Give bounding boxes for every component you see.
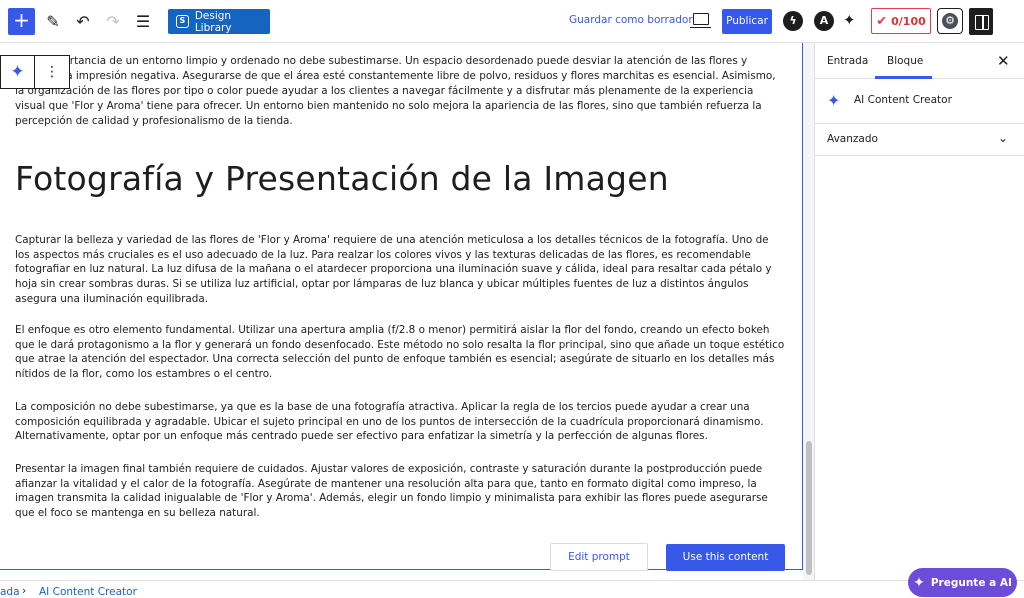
add-block-button[interactable]: + [8,8,35,35]
ai-sparkle-icon[interactable]: ✦ [843,11,856,29]
canvas-scrollbar[interactable] [803,43,815,580]
sidebar-toggle-icon[interactable] [969,8,993,35]
paragraph-block[interactable]: Capturar la belleza y variedad de las fl… [15,233,785,307]
chevron-down-icon: ⌄ [998,131,1009,145]
document-overview-icon[interactable]: ☰ [130,8,156,35]
a-logo-icon[interactable]: A [814,11,834,31]
sparkle-icon: ✦ [913,574,925,591]
breadcrumb-separator: › [22,585,27,597]
seo-score-value: 0/100 [891,14,926,28]
design-library-icon: S [176,15,189,28]
paragraph-block[interactable]: La composición no debe subestimarse, ya … [15,400,785,444]
bolt-icon[interactable]: ϟ [783,11,803,31]
gear-icon: ⚙ [942,13,958,29]
pen-icon[interactable]: ✎ [40,8,66,35]
advanced-panel-toggle[interactable]: Avanzado ⌄ [815,124,1024,156]
use-content-button[interactable]: Use this content [666,544,785,571]
block-card: ✦ AI Content Creator [815,79,1024,124]
ask-ai-label: Pregunte a AI [930,576,1012,589]
close-icon[interactable]: ✕ [997,52,1010,70]
ai-block-button[interactable]: ✦ [1,56,36,88]
ask-ai-button[interactable]: ✦ Pregunte a AI [908,568,1017,597]
sparkle-icon: ✦ [10,62,25,82]
breadcrumb: ada › AI Content Creator [0,580,1024,598]
heading-block[interactable]: Fotografía y Presentación de la Imagen [15,159,795,198]
sidebar-tabs: Entrada Bloque ✕ [815,43,1024,79]
preview-icon[interactable] [690,13,711,28]
block-title: AI Content Creator [854,94,952,106]
settings-sidebar: Entrada Bloque ✕ ✦ AI Content Creator Av… [815,43,1024,580]
redo-icon[interactable]: ↷ [100,8,126,35]
block-toolbar: ✦ ⋮ [0,55,70,89]
paragraph-block[interactable]: de la importancia de un entorno limpio y… [15,54,785,129]
editor-canvas: de la importancia de un entorno limpio y… [0,43,803,570]
undo-icon[interactable]: ↶ [70,8,96,35]
block-options-button[interactable]: ⋮ [35,56,69,88]
sparkle-icon: ✦ [827,91,841,110]
publish-button[interactable]: Publicar [722,9,772,34]
breadcrumb-item[interactable]: ada [0,586,20,598]
seo-score-button[interactable]: ✔ 0/100 [871,8,931,34]
tab-entrada[interactable]: Entrada [827,55,868,67]
breadcrumb-item[interactable]: AI Content Creator [39,586,137,598]
design-library-label: Design Library [194,9,232,34]
edit-prompt-button[interactable]: Edit prompt [550,543,648,571]
paragraph-block[interactable]: Presentar la imagen final también requie… [15,462,785,521]
editor-toolbar: + ✎ ↶ ↷ ☰ S Design Library Guardar como … [0,0,1024,43]
advanced-label: Avanzado [827,133,878,145]
save-draft-button[interactable]: Guardar como borrador [569,14,693,26]
tab-bloque[interactable]: Bloque [887,55,923,67]
paragraph-block[interactable]: El enfoque es otro elemento fundamental.… [15,323,785,382]
more-vertical-icon: ⋮ [45,64,59,80]
seo-logo-icon: ✔ [876,13,888,29]
design-library-button[interactable]: S Design Library [168,9,270,34]
scrollbar-thumb[interactable] [806,441,812,575]
settings-button[interactable]: ⚙ [937,8,963,34]
